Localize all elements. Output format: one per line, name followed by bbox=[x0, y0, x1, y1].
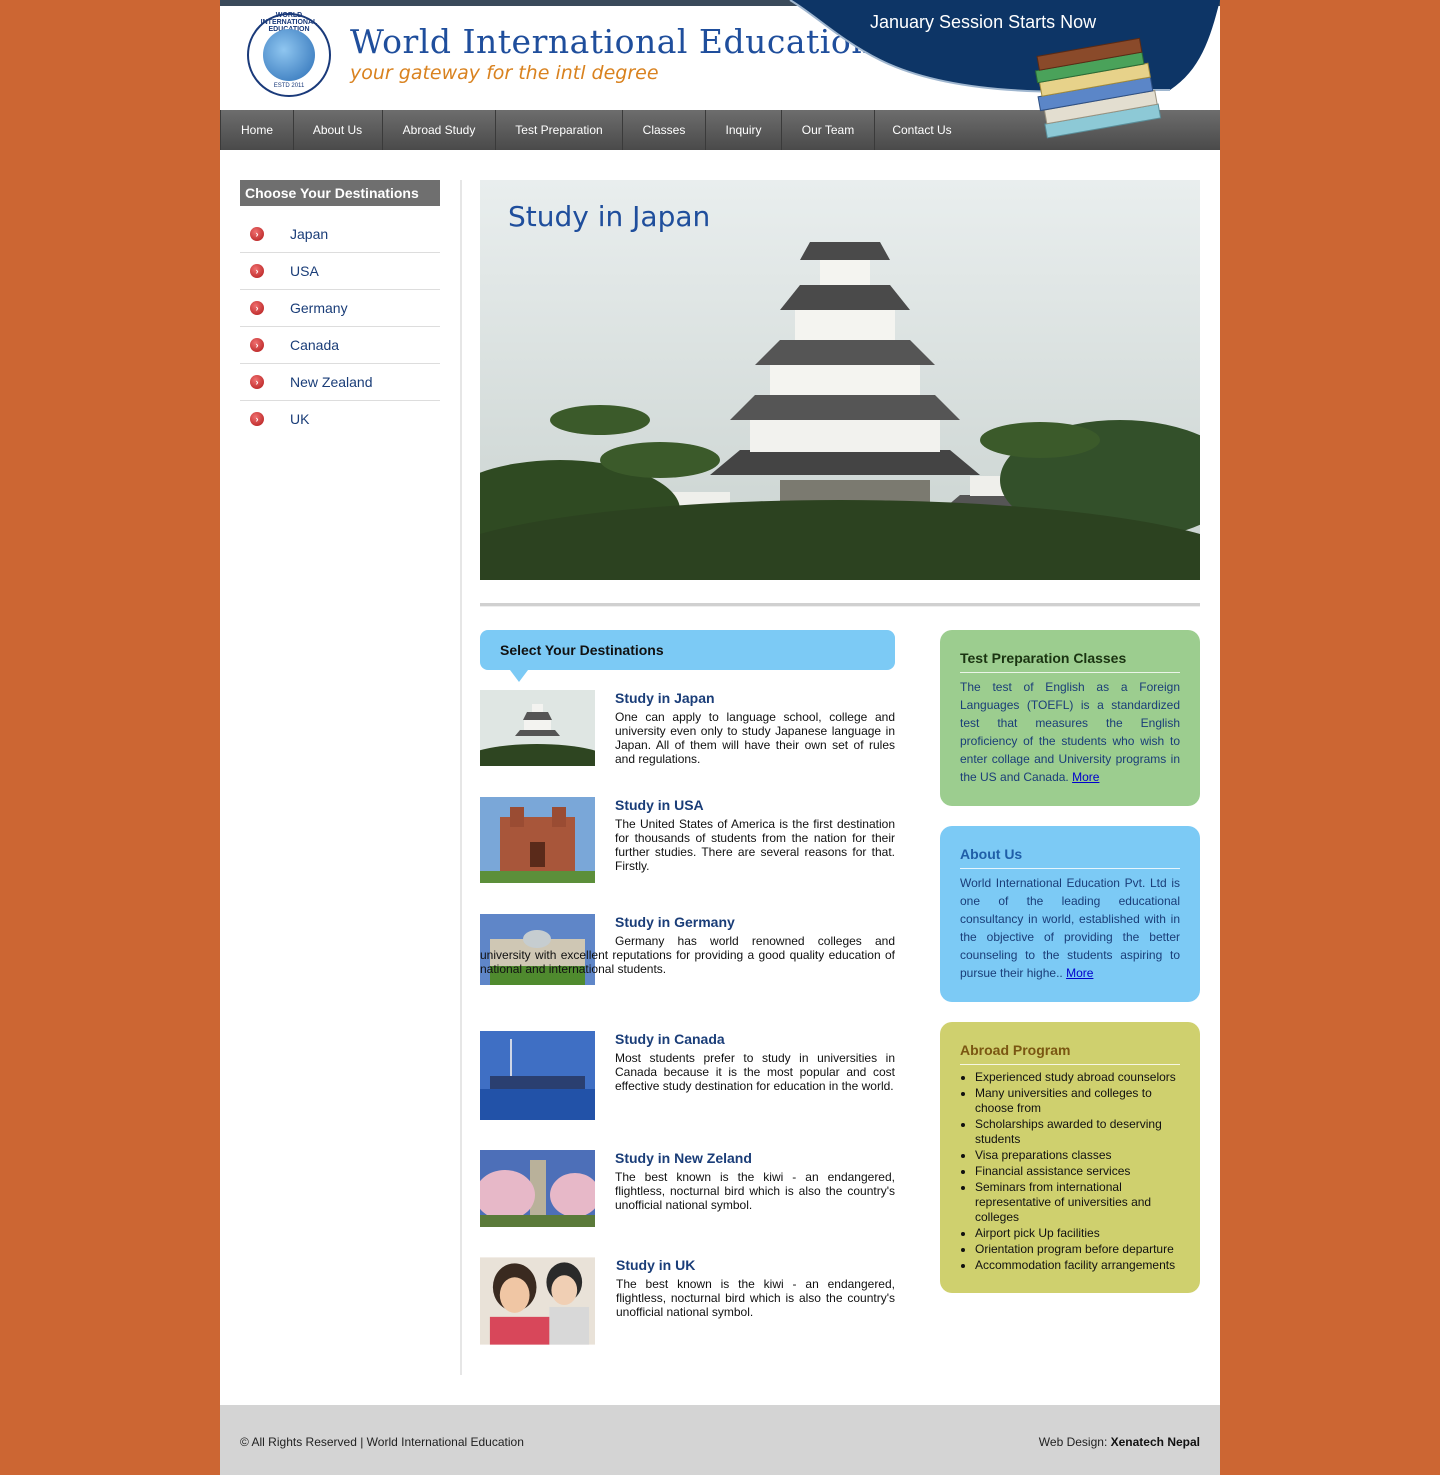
uk-thumbnail[interactable] bbox=[480, 1257, 595, 1345]
column-divider bbox=[460, 180, 462, 1375]
hero-banner: Study in Japan bbox=[480, 180, 1200, 580]
list-item: Scholarships awarded to deserving studen… bbox=[975, 1117, 1180, 1147]
abroad-program-body: Experienced study abroad counselors Many… bbox=[960, 1070, 1180, 1274]
about-title: About Us bbox=[960, 846, 1180, 869]
abroad-program-list: Experienced study abroad counselors Many… bbox=[960, 1070, 1180, 1273]
page-container: WORLD INTERNATIONAL EDUCATION ESTD 2011 … bbox=[220, 0, 1220, 1475]
nav-abroad-study[interactable]: Abroad Study bbox=[383, 110, 496, 150]
sidebar-item-canada[interactable]: › Canada bbox=[240, 327, 440, 364]
study-title[interactable]: Study in New Zeland bbox=[615, 1150, 752, 1166]
logo[interactable]: WORLD INTERNATIONAL EDUCATION ESTD 2011 bbox=[247, 12, 331, 97]
japan-thumbnail[interactable] bbox=[480, 690, 595, 766]
list-item: Orientation program before departure bbox=[975, 1242, 1180, 1257]
study-title[interactable]: Study in USA bbox=[615, 797, 704, 813]
sidebar-item-label: New Zealand bbox=[290, 374, 373, 390]
about-more-link[interactable]: More bbox=[1066, 966, 1093, 980]
sidebar-item-germany[interactable]: › Germany bbox=[240, 290, 440, 327]
nav-our-team[interactable]: Our Team bbox=[782, 110, 875, 150]
chevron-right-icon: › bbox=[250, 412, 264, 426]
canada-thumbnail[interactable] bbox=[480, 1031, 595, 1120]
nav-about-us[interactable]: About Us bbox=[293, 110, 383, 150]
list-item: Accommodation facility arrangements bbox=[975, 1258, 1180, 1273]
nav-classes[interactable]: Classes bbox=[623, 110, 706, 150]
credit-link[interactable]: Xenatech Nepal bbox=[1111, 1435, 1200, 1449]
sidebar-title: Choose Your Destinations bbox=[240, 180, 440, 206]
nav-inquiry[interactable]: Inquiry bbox=[706, 110, 782, 150]
nav-contact-us[interactable]: Contact Us bbox=[875, 110, 969, 150]
study-text: One can apply to language school, colleg… bbox=[615, 710, 895, 766]
destinations-banner: Select Your Destinations bbox=[480, 630, 895, 670]
list-item: Many universities and colleges to choose… bbox=[975, 1086, 1180, 1116]
study-item-usa: Study in USA The United States of Americ… bbox=[480, 797, 895, 887]
test-prep-more-link[interactable]: More bbox=[1072, 770, 1099, 784]
abroad-program-box: Abroad Program Experienced study abroad … bbox=[940, 1022, 1200, 1293]
sidebar-item-new-zealand[interactable]: › New Zealand bbox=[240, 364, 440, 401]
sidebar-item-label: Canada bbox=[290, 337, 340, 353]
sidebar-item-usa[interactable]: › USA bbox=[240, 253, 440, 290]
section-divider bbox=[480, 603, 1200, 607]
test-prep-text: The test of English as a Foreign Languag… bbox=[960, 680, 1180, 784]
credit-label: Web Design: bbox=[1038, 1435, 1108, 1449]
study-text: Germany has world renowned colleges and … bbox=[480, 934, 895, 976]
test-prep-title: Test Preparation Classes bbox=[960, 650, 1180, 673]
sidebar-item-label: Japan bbox=[290, 226, 329, 242]
list-item: Airport pick Up facilities bbox=[975, 1226, 1180, 1241]
study-item-canada: Study in Canada Most students prefer to … bbox=[480, 1031, 895, 1121]
list-item: Financial assistance services bbox=[975, 1164, 1180, 1179]
study-text: Most students prefer to study in univers… bbox=[615, 1051, 895, 1093]
copyright-text: © All Rights Reserved | World Internatio… bbox=[240, 1435, 524, 1449]
session-announcement: January Session Starts Now bbox=[870, 12, 1097, 32]
books-icon bbox=[1034, 37, 1162, 139]
nav-test-preparation[interactable]: Test Preparation bbox=[496, 110, 623, 150]
sidebar-item-label: USA bbox=[290, 263, 319, 279]
sidebar-item-uk[interactable]: › UK bbox=[240, 401, 440, 438]
about-text: World International Education Pvt. Ltd i… bbox=[960, 876, 1180, 980]
footer: © All Rights Reserved | World Internatio… bbox=[220, 1405, 1220, 1475]
hero-title: Study in Japan bbox=[508, 200, 711, 233]
footer-credit: Web Design: Xenatech Nepal bbox=[1039, 1435, 1200, 1449]
study-title[interactable]: Study in Germany bbox=[615, 914, 735, 930]
new-zealand-thumbnail[interactable] bbox=[480, 1150, 595, 1227]
chevron-right-icon: › bbox=[250, 227, 264, 241]
castle-image bbox=[480, 180, 1200, 580]
list-item: Experienced study abroad counselors bbox=[975, 1070, 1180, 1085]
test-prep-body: The test of English as a Foreign Languag… bbox=[960, 678, 1180, 786]
abroad-program-title: Abroad Program bbox=[960, 1042, 1180, 1065]
globe-icon bbox=[263, 29, 315, 81]
usa-thumbnail[interactable] bbox=[480, 797, 595, 883]
study-title[interactable]: Study in Canada bbox=[615, 1031, 725, 1047]
list-item: Seminars from international representati… bbox=[975, 1180, 1180, 1225]
nav-home[interactable]: Home bbox=[220, 110, 294, 150]
sidebar-item-japan[interactable]: › Japan bbox=[240, 216, 440, 253]
study-item-japan: Study in Japan One can apply to language… bbox=[480, 690, 895, 770]
study-text: The best known is the kiwi - an endanger… bbox=[616, 1277, 895, 1319]
list-item: Visa preparations classes bbox=[975, 1148, 1180, 1163]
study-item-germany: Study in Germany Germany has world renow… bbox=[480, 914, 895, 1004]
study-title[interactable]: Study in Japan bbox=[615, 690, 715, 706]
study-title[interactable]: Study in UK bbox=[616, 1257, 695, 1273]
sidebar-item-label: Germany bbox=[290, 300, 348, 316]
chevron-right-icon: › bbox=[250, 264, 264, 278]
logo-estd: ESTD 2011 bbox=[273, 83, 305, 89]
about-body: World International Education Pvt. Ltd i… bbox=[960, 874, 1180, 982]
sidebar-item-label: UK bbox=[290, 411, 310, 427]
brand-tagline: your gateway for the intl degree bbox=[350, 62, 659, 84]
study-text: The United States of America is the firs… bbox=[615, 817, 895, 873]
about-box: About Us World International Education P… bbox=[940, 826, 1200, 1002]
chevron-right-icon: › bbox=[250, 338, 264, 352]
study-item-uk: Study in UK The best known is the kiwi -… bbox=[480, 1257, 895, 1347]
chevron-right-icon: › bbox=[250, 375, 264, 389]
chevron-right-icon: › bbox=[250, 301, 264, 315]
test-prep-box: Test Preparation Classes The test of Eng… bbox=[940, 630, 1200, 806]
banner-pointer bbox=[510, 670, 528, 682]
study-text: The best known is the kiwi - an endanger… bbox=[615, 1170, 895, 1212]
study-item-new-zealand: Study in New Zeland The best known is th… bbox=[480, 1150, 895, 1230]
